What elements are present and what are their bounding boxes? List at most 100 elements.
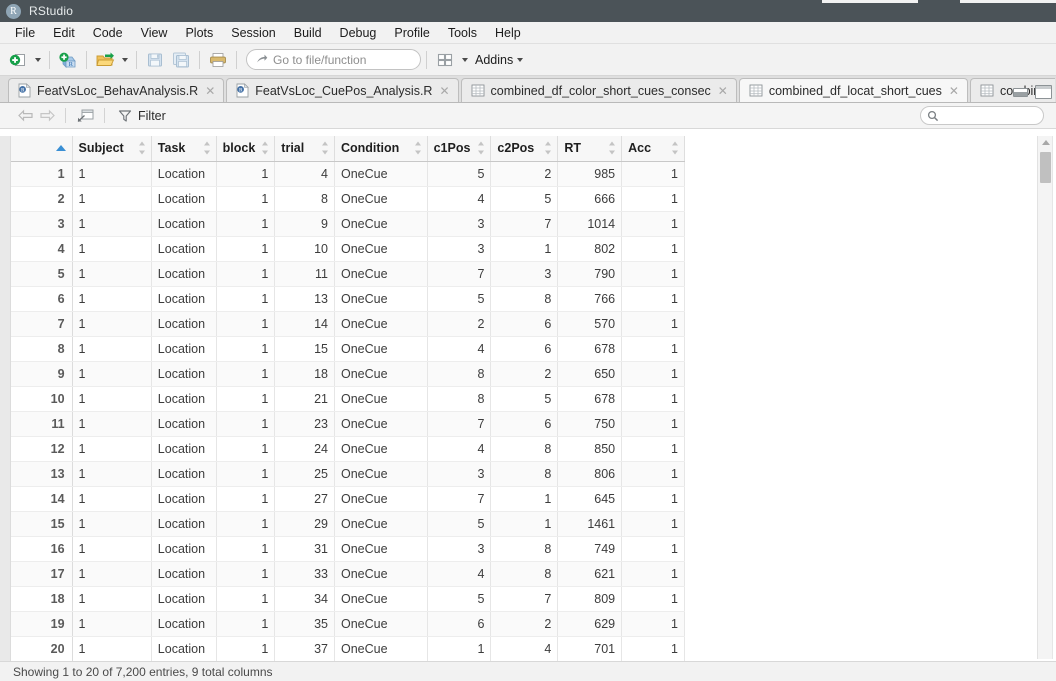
menu-bar: File Edit Code View Plots Session Build … xyxy=(0,22,1056,44)
column-header-trial[interactable]: trial xyxy=(274,136,335,162)
os-window-control-mark[interactable] xyxy=(960,0,1056,3)
sort-toggle-icon[interactable] xyxy=(672,141,679,155)
table-row: 6 1 Location 1 13 OneCue 5 8 766 1 xyxy=(0,286,685,312)
pane-window-controls xyxy=(1013,85,1052,99)
column-label: Subject xyxy=(78,141,124,156)
os-window-control-mark[interactable] xyxy=(822,0,918,3)
column-header-subject[interactable]: Subject xyxy=(72,136,152,162)
scrollbar-thumb[interactable] xyxy=(1040,152,1051,183)
cell-subject: 1 xyxy=(72,611,152,637)
menu-debug[interactable]: Debug xyxy=(331,24,386,42)
forward-arrow-icon xyxy=(39,109,55,122)
cell-c1pos: 4 xyxy=(427,336,492,362)
column-header-c2pos[interactable]: c2Pos xyxy=(490,136,559,162)
open-file-button[interactable] xyxy=(92,48,118,72)
tab-close-icon[interactable]: ✕ xyxy=(439,85,449,97)
cell-rt: 701 xyxy=(557,636,623,661)
sort-toggle-icon[interactable] xyxy=(262,141,269,155)
cell-block: 1 xyxy=(216,161,276,187)
back-button[interactable] xyxy=(14,106,36,126)
menu-file[interactable]: File xyxy=(6,24,44,42)
menu-view[interactable]: View xyxy=(132,24,177,42)
sort-toggle-icon[interactable] xyxy=(138,141,146,155)
menu-help[interactable]: Help xyxy=(486,24,530,42)
sort-toggle-icon[interactable] xyxy=(414,141,422,155)
cell-c2pos: 8 xyxy=(490,561,559,587)
search-input[interactable] xyxy=(920,106,1044,125)
menu-edit[interactable]: Edit xyxy=(44,24,84,42)
save-all-button[interactable] xyxy=(168,48,194,72)
show-in-new-window-icon xyxy=(77,109,93,122)
sort-toggle-icon[interactable] xyxy=(478,141,485,155)
tab-combined-df-color-short-cues-consec[interactable]: combined_df_color_short_cues_consec ✕ xyxy=(460,78,737,102)
cell-condition: OneCue xyxy=(334,261,428,287)
menu-build[interactable]: Build xyxy=(285,24,331,42)
column-header-acc[interactable]: Acc xyxy=(621,136,685,162)
save-button[interactable] xyxy=(142,48,168,72)
addins-dropdown[interactable] xyxy=(513,48,526,72)
sort-toggle-icon[interactable] xyxy=(609,141,616,155)
column-header-task[interactable]: Task xyxy=(151,136,217,162)
cell-acc: 1 xyxy=(621,261,685,287)
cell-task: Location xyxy=(151,336,217,362)
entries-summary: Showing 1 to 20 of 7,200 entries, 9 tota… xyxy=(13,664,273,679)
new-project-button[interactable]: R xyxy=(55,48,81,72)
cell-task: Location xyxy=(151,386,217,412)
menu-profile[interactable]: Profile xyxy=(385,24,438,42)
os-window-controls xyxy=(780,0,1056,3)
cell-task: Location xyxy=(151,636,217,661)
table-row: 19 1 Location 1 35 OneCue 6 2 629 1 xyxy=(0,611,685,637)
cell-condition: OneCue xyxy=(334,536,428,562)
open-file-dropdown[interactable] xyxy=(118,48,131,72)
print-button[interactable] xyxy=(205,48,231,72)
tab-featvsloc-cuepos-analysis[interactable]: R FeatVsLoc_CuePos_Analysis.R ✕ xyxy=(226,78,459,102)
vertical-scrollbar[interactable] xyxy=(1037,136,1052,659)
cell-trial: 37 xyxy=(274,636,335,661)
menu-session[interactable]: Session xyxy=(222,24,284,42)
menu-code[interactable]: Code xyxy=(84,24,132,42)
tab-close-icon[interactable]: ✕ xyxy=(718,85,728,97)
cell-block: 1 xyxy=(216,361,276,387)
forward-button[interactable] xyxy=(36,106,58,126)
new-file-button[interactable] xyxy=(5,48,31,72)
menu-plots[interactable]: Plots xyxy=(176,24,222,42)
new-file-dropdown[interactable] xyxy=(31,48,44,72)
viewbar-divider xyxy=(104,108,105,123)
tab-featvsloc-behavanalysis[interactable]: R FeatVsLoc_BehavAnalysis.R ✕ xyxy=(8,78,225,102)
cell-subject: 1 xyxy=(72,586,152,612)
cell-trial: 14 xyxy=(274,311,335,337)
cell-block: 1 xyxy=(216,561,276,587)
column-header-c1pos[interactable]: c1Pos xyxy=(427,136,492,162)
workspace-panes-dropdown[interactable] xyxy=(458,48,471,72)
cell-c2pos: 7 xyxy=(490,211,559,237)
cell-subject: 1 xyxy=(72,311,152,337)
sort-toggle-icon[interactable] xyxy=(321,141,329,155)
column-header-rt[interactable]: RT xyxy=(557,136,623,162)
cell-c2pos: 8 xyxy=(490,436,559,462)
cell-subject: 1 xyxy=(72,386,152,412)
cell-acc: 1 xyxy=(621,561,685,587)
tab-close-icon[interactable]: ✕ xyxy=(205,85,215,97)
cell-c1pos: 1 xyxy=(427,636,492,661)
column-header-condition[interactable]: Condition xyxy=(334,136,428,162)
cell-subject: 1 xyxy=(72,161,152,187)
maximize-icon[interactable] xyxy=(1035,85,1052,99)
cell-acc: 1 xyxy=(621,461,685,487)
toolbar-divider xyxy=(426,50,427,69)
sort-toggle-icon[interactable] xyxy=(203,141,211,155)
scroll-up-icon[interactable] xyxy=(1042,140,1050,145)
workspace-panes-button[interactable] xyxy=(432,48,458,72)
show-in-new-window-button[interactable] xyxy=(73,106,97,126)
minimize-icon[interactable] xyxy=(1013,87,1028,97)
tab-combined-df-locat-short-cues[interactable]: combined_df_locat_short_cues ✕ xyxy=(738,78,968,102)
filter-button[interactable]: Filter xyxy=(112,106,172,126)
filter-label: Filter xyxy=(138,108,166,123)
sort-toggle-icon[interactable] xyxy=(545,141,552,155)
cell-trial: 18 xyxy=(274,361,335,387)
tab-close-icon[interactable]: ✕ xyxy=(949,85,959,97)
column-header-block[interactable]: block xyxy=(216,136,276,162)
cell-acc: 1 xyxy=(621,586,685,612)
cell-acc: 1 xyxy=(621,211,685,237)
goto-file-function-input[interactable]: Go to file/function xyxy=(246,49,421,70)
menu-tools[interactable]: Tools xyxy=(439,24,486,42)
